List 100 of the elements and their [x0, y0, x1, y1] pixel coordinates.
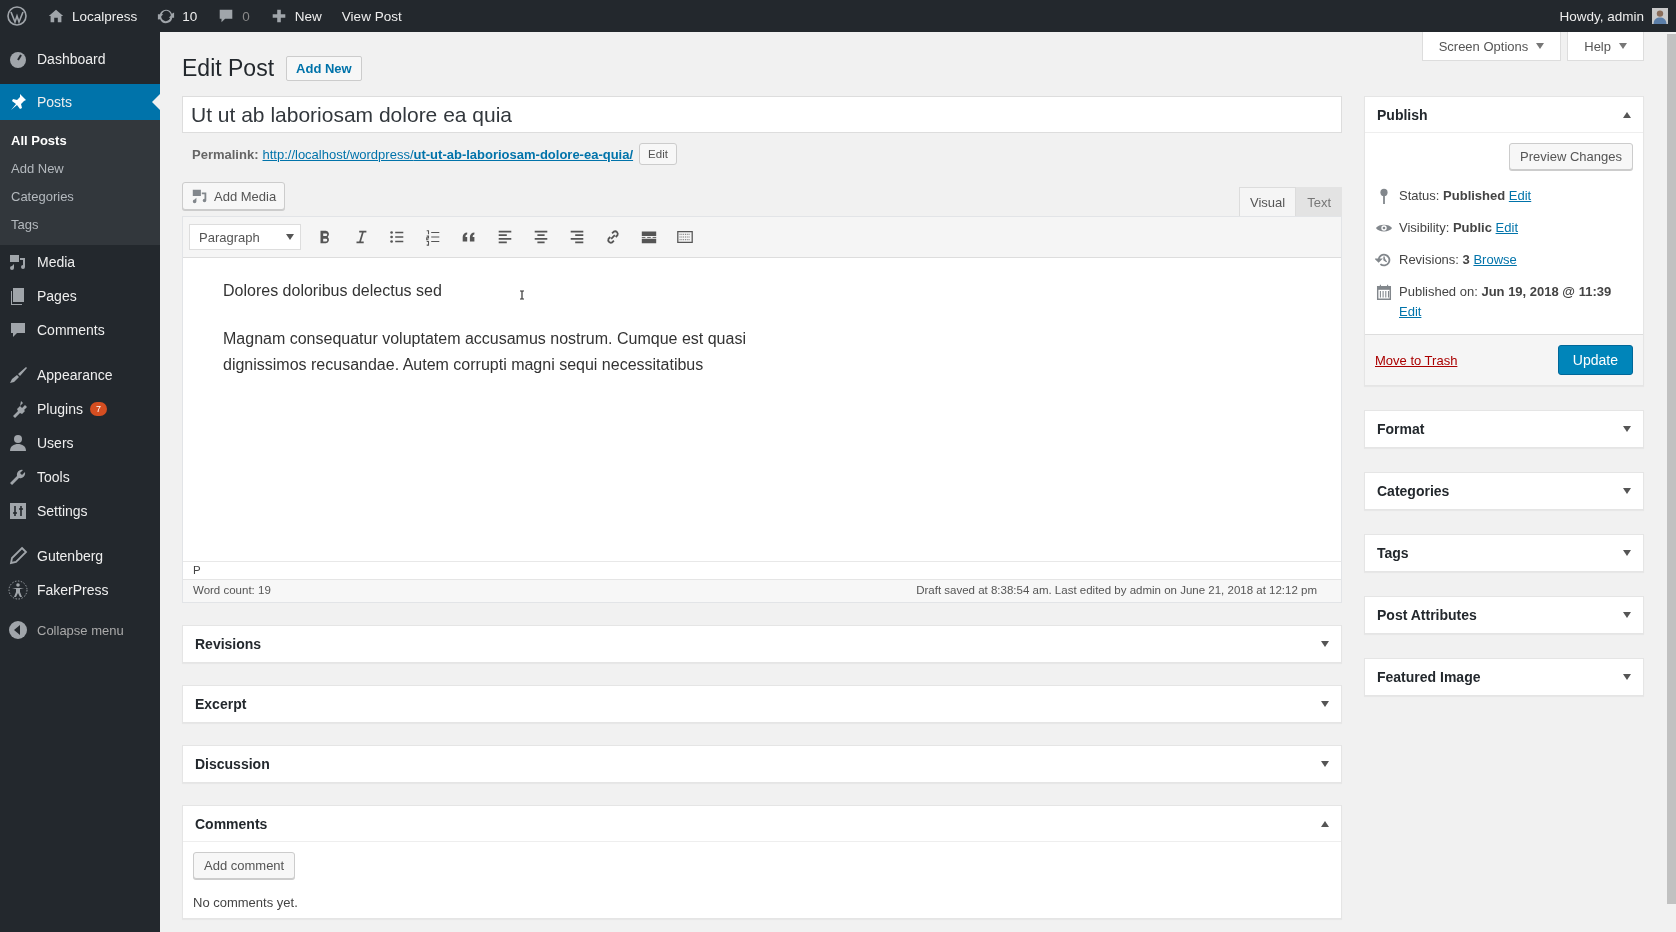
expand-arrow-icon[interactable] — [1623, 488, 1631, 494]
editor-tab[interactable]: Text — [1296, 187, 1342, 216]
sidebar-item[interactable]: FakerPress — [0, 573, 160, 607]
add-new-button[interactable]: Add New — [286, 55, 362, 81]
expand-arrow-icon[interactable] — [1321, 701, 1329, 707]
accessibility-icon — [8, 580, 28, 600]
new-link[interactable]: New — [269, 7, 322, 25]
edit-link[interactable]: Edit — [1399, 304, 1422, 319]
sidebar-item[interactable]: Media — [0, 245, 160, 279]
box-title: Excerpt — [195, 696, 247, 712]
home-icon — [47, 7, 65, 25]
caret-icon — [286, 234, 294, 240]
expand-arrow-icon[interactable] — [1321, 761, 1329, 767]
edit-permalink-button[interactable]: Edit — [639, 143, 677, 165]
align-center-icon[interactable] — [532, 228, 550, 246]
count-badge: 7 — [89, 402, 107, 416]
bulleted-list-icon[interactable] — [388, 228, 406, 246]
expand-arrow-icon[interactable] — [1321, 641, 1329, 647]
permalink-label: Permalink: — [192, 146, 259, 162]
updates-link[interactable]: 10 — [157, 7, 198, 25]
expand-arrow-icon[interactable] — [1623, 426, 1631, 432]
brush-icon — [8, 365, 28, 385]
sidebar-item[interactable]: Pages — [0, 279, 160, 313]
wrench-icon — [8, 467, 28, 487]
refresh-icon — [157, 7, 176, 25]
preview-changes-button[interactable]: Preview Changes — [1509, 143, 1633, 170]
body-text: Dolores doloribus delectus sed — [223, 281, 442, 301]
expand-arrow-icon[interactable] — [1623, 550, 1631, 556]
submenu-item[interactable]: All Posts — [0, 127, 160, 155]
calendar-icon — [1375, 283, 1393, 301]
comment-icon — [8, 320, 28, 340]
box-title: Format — [1377, 421, 1425, 437]
caret-icon — [1536, 43, 1545, 49]
toolbar-toggle-icon[interactable] — [676, 228, 694, 246]
expand-arrow-icon[interactable] — [1623, 674, 1631, 680]
caret-icon — [1619, 43, 1627, 49]
publish-detail: Published on: Jun 19, 2018 @ 11:39 Edit — [1399, 283, 1613, 321]
box-title: Publish — [1377, 106, 1428, 123]
publish-detail: Revisions: 3 Browse — [1399, 251, 1517, 269]
align-right-icon[interactable] — [568, 228, 586, 246]
view-post-link[interactable]: View Post — [341, 8, 402, 24]
empty-message: No comments yet. — [193, 895, 299, 910]
submenu-item[interactable]: Add New — [0, 155, 160, 183]
submenu-item[interactable]: Tags — [0, 211, 160, 239]
box-title: Discussion — [195, 756, 270, 772]
sidebar-item[interactable]: Plugins 7 — [0, 392, 160, 426]
format-dropdown[interactable]: Paragraph — [189, 224, 301, 250]
pushpin-icon — [8, 92, 28, 112]
media-icon — [191, 187, 209, 205]
publish-detail: Status: Published Edit — [1399, 187, 1532, 205]
sidebar-item[interactable]: Dashboard — [0, 42, 160, 76]
expand-arrow-icon[interactable] — [1623, 612, 1631, 618]
wordpress-logo-icon — [7, 6, 27, 26]
link-icon[interactable] — [604, 228, 622, 246]
numbered-list-icon[interactable] — [424, 228, 442, 246]
dashboard-icon — [8, 49, 28, 69]
move-to-trash-link[interactable]: Move to Trash — [1375, 352, 1458, 368]
collapse-arrow-icon[interactable] — [1623, 111, 1631, 118]
comments-link[interactable]: 0 — [217, 7, 250, 25]
sidebar-item[interactable]: Settings — [0, 494, 160, 528]
help-button[interactable]: Help — [1567, 32, 1644, 61]
draft-status: Draft saved at 8:38:54 am. Last edited by admin on June 21, 2018 at 12:12 pm — [916, 584, 1317, 596]
add-comment-button[interactable]: Add comment — [193, 852, 296, 879]
box-title: Tags — [1377, 545, 1409, 561]
box-title: Comments — [195, 815, 268, 832]
permalink-link[interactable]: http://localhost/wordpress/ut-ut-ab-laboriosam-dolore-ea-quia/ — [262, 146, 634, 162]
title-field[interactable]: Ut ut ab laboriosam dolore ea quia — [182, 96, 1342, 133]
edit-link[interactable]: Edit — [1508, 188, 1532, 203]
box-title: Revisions — [195, 636, 262, 652]
history-icon — [1375, 251, 1393, 269]
add-media-button[interactable]: Add Media — [182, 182, 286, 210]
account-menu[interactable]: Howdy, admin — [1559, 8, 1668, 24]
collapse-menu-link[interactable]: Collapse menu — [0, 613, 160, 647]
box-title: Categories — [1377, 483, 1450, 499]
publish-detail: Visibility: Public Edit — [1399, 219, 1518, 237]
sidebar-item[interactable]: Posts — [0, 84, 160, 120]
edit-link[interactable]: Browse — [1473, 252, 1517, 267]
edit-link[interactable]: Edit — [1495, 220, 1518, 235]
element-path: P — [193, 564, 201, 576]
sidebar-item[interactable]: Users — [0, 426, 160, 460]
sliders-icon — [8, 501, 28, 521]
word-count: Word count: 19 — [193, 584, 271, 596]
sidebar-item[interactable]: Tools — [0, 460, 160, 494]
align-left-icon[interactable] — [496, 228, 514, 246]
collapse-icon — [8, 620, 28, 640]
pencil-icon — [8, 546, 28, 566]
screen-options-button[interactable]: Screen Options — [1421, 32, 1562, 61]
avatar-icon — [1652, 8, 1668, 24]
editor-tab[interactable]: Visual — [1238, 187, 1297, 216]
page-title: Edit Post — [182, 54, 275, 82]
site-link[interactable]: Localpress — [47, 7, 138, 25]
sidebar-item[interactable]: Appearance — [0, 358, 160, 392]
update-button[interactable]: Update — [1557, 345, 1633, 375]
sidebar-item[interactable]: Gutenberg — [0, 539, 160, 573]
sidebar-item[interactable]: Comments — [0, 313, 160, 347]
user-icon — [8, 433, 28, 453]
collapse-arrow-icon[interactable] — [1321, 820, 1329, 827]
submenu-item[interactable]: Categories — [0, 183, 160, 211]
box-title: Post Attributes — [1377, 607, 1477, 623]
body-text: Magnam consequatur voluptatem accusamus nostrum. Cumque est quasi dignissimos recusandae. Autem corrupti magni sequi necessitatibus — [223, 329, 747, 375]
